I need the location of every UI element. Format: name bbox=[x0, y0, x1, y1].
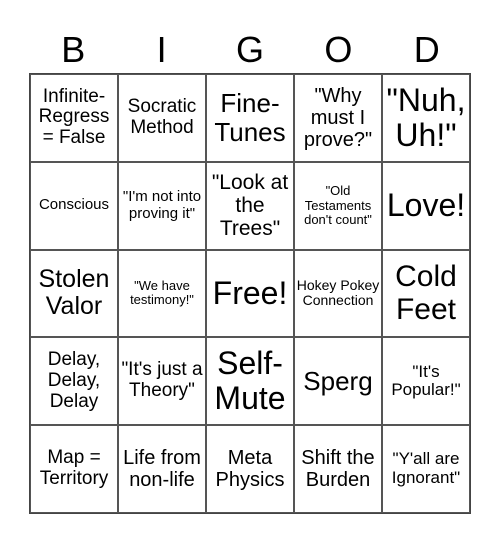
bingo-cell[interactable]: Life from non-life bbox=[118, 425, 206, 513]
bingo-cell[interactable]: Meta Physics bbox=[206, 425, 294, 513]
header-letter: D bbox=[413, 29, 440, 70]
bingo-cell[interactable]: Delay, Delay, Delay bbox=[30, 337, 118, 426]
bingo-cell[interactable]: "Look at the Trees" bbox=[206, 161, 294, 250]
bingo-cell[interactable]: Shift the Burden bbox=[294, 425, 382, 513]
bingo-cell[interactable]: Hokey Pokey Connection bbox=[294, 249, 382, 338]
bingo-cell[interactable]: Conscious bbox=[30, 161, 118, 250]
bingo-cell[interactable]: Socratic Method bbox=[118, 74, 206, 162]
bingo-cell[interactable]: Free! bbox=[206, 249, 294, 338]
bingo-cell[interactable]: "It's Popular!" bbox=[382, 337, 470, 426]
bingo-cell[interactable]: Fine-Tunes bbox=[206, 74, 294, 162]
bingo-header: B I G O D bbox=[29, 28, 471, 72]
bingo-cell[interactable]: "I'm not into proving it" bbox=[118, 161, 206, 250]
bingo-cell[interactable]: Sperg bbox=[294, 337, 382, 426]
bingo-cell[interactable]: Stolen Valor bbox=[30, 249, 118, 338]
bingo-cell[interactable]: Love! bbox=[382, 161, 470, 250]
header-letter: B bbox=[61, 29, 86, 70]
header-letter: G bbox=[235, 29, 264, 70]
bingo-cell[interactable]: "Y'all are Ignorant" bbox=[382, 425, 470, 513]
bingo-cell[interactable]: "It's just a Theory" bbox=[118, 337, 206, 426]
bingo-grid: Infinite-Regress = False Socratic Method F… bbox=[29, 73, 471, 514]
bingo-cell[interactable]: Infinite-Regress = False bbox=[30, 74, 118, 162]
bingo-cell[interactable]: "Old Testaments don't count" bbox=[294, 161, 382, 250]
bingo-cell[interactable]: Cold Feet bbox=[382, 249, 470, 338]
bingo-cell[interactable]: Map = Territory bbox=[30, 425, 118, 513]
bingo-cell[interactable]: "Nuh, Uh!" bbox=[382, 74, 470, 162]
bingo-cell[interactable]: "We have testimony!" bbox=[118, 249, 206, 338]
header-letter: I bbox=[156, 29, 167, 70]
header-letter: O bbox=[324, 29, 353, 70]
bingo-cell[interactable]: Self-Mute bbox=[206, 337, 294, 426]
bingo-cell[interactable]: "Why must I prove?" bbox=[294, 74, 382, 162]
